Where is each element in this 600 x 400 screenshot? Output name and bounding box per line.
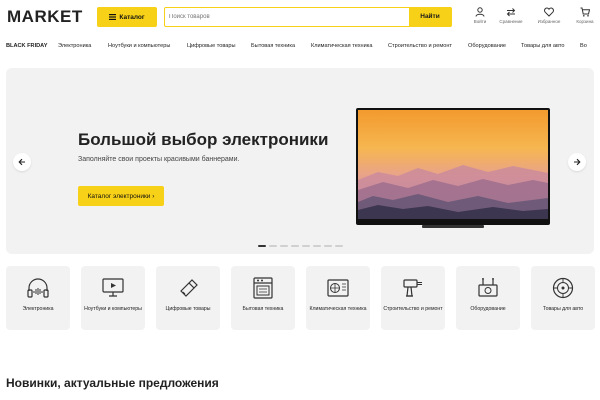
nav-item-auto[interactable]: Товары для авто — [521, 43, 564, 49]
category-card-electronics[interactable]: Электроника — [6, 266, 70, 330]
slider-dot[interactable] — [280, 245, 288, 247]
next-slide-button[interactable] — [568, 153, 586, 171]
category-card-appliances[interactable]: Бытовая техника — [231, 266, 295, 330]
category-label: Ноутбуки и компьютеры — [84, 306, 142, 312]
compare-button[interactable]: Сравнение — [497, 7, 525, 24]
cart-label: Корзина — [576, 19, 594, 24]
category-card-construction[interactable]: Строительство и ремонт — [381, 266, 445, 330]
slider-dot-active[interactable] — [258, 245, 266, 247]
tv-image — [356, 108, 550, 225]
category-label: Цифровые товары — [165, 306, 211, 312]
favorites-label: Избранное — [537, 19, 561, 24]
heart-icon — [544, 7, 554, 17]
search-button[interactable]: Найти — [409, 6, 451, 27]
category-card-climate[interactable]: Климатическая техника — [306, 266, 370, 330]
favorites-button[interactable]: Избранное — [535, 7, 563, 24]
arrow-left-icon — [18, 158, 25, 166]
arrow-right-icon — [574, 158, 581, 166]
tv-screen-landscape — [358, 110, 548, 219]
section-title: Новинки, актуальные предложения — [6, 376, 219, 390]
nav-item-climate[interactable]: Климатическая техника — [311, 43, 372, 49]
category-card-laptops[interactable]: Ноутбуки и компьютеры — [81, 266, 145, 330]
login-label: Войти — [473, 19, 487, 24]
slider-dot[interactable] — [324, 245, 332, 247]
equipment-icon — [478, 278, 498, 297]
nav-item-digital[interactable]: Цифровые товары — [187, 43, 236, 49]
category-label: Товары для авто — [542, 306, 584, 312]
slider-dot[interactable] — [269, 245, 277, 247]
catalog-button[interactable]: Каталог — [97, 7, 157, 27]
nav-item-black-friday[interactable]: BLACK FRIDAY — [6, 43, 47, 49]
logo[interactable]: MARKET — [7, 7, 83, 27]
category-label: Климатическая техника — [309, 306, 367, 312]
slider-dots — [258, 245, 343, 247]
compare-label: Сравнение — [499, 19, 523, 24]
category-nav: BLACK FRIDAY Электроника Ноутбуки и комп… — [0, 40, 600, 56]
air-conditioner-icon — [327, 279, 349, 297]
hero-title: Большой выбор электроники — [78, 130, 329, 149]
category-label: Электроника — [22, 306, 54, 312]
wheel-icon — [552, 277, 574, 299]
drill-icon — [403, 279, 422, 297]
nav-item-construction[interactable]: Строительство и ремонт — [388, 43, 452, 49]
nav-item-electronics[interactable]: Электроника — [58, 43, 91, 49]
user-icon — [475, 7, 485, 17]
oven-icon — [253, 277, 273, 299]
category-label: Оборудование — [470, 306, 506, 312]
monitor-icon — [102, 278, 124, 297]
usb-drive-icon — [180, 279, 198, 297]
slider-dot[interactable] — [313, 245, 321, 247]
tv-stand — [422, 225, 484, 228]
hero-catalog-button[interactable]: Каталог электроники › — [78, 186, 164, 206]
search-bar: Найти — [164, 6, 452, 27]
cart-icon — [580, 7, 590, 17]
menu-icon — [109, 14, 117, 20]
hero-banner: Большой выбор электроники Заполняйте сво… — [6, 68, 594, 254]
nav-item-appliances[interactable]: Бытовая техника — [251, 43, 295, 49]
nav-item-equipment[interactable]: Оборудование — [468, 43, 506, 49]
headphones-icon — [27, 278, 49, 298]
catalog-button-label: Каталог — [119, 13, 145, 21]
slider-dot[interactable] — [291, 245, 299, 247]
nav-item-laptops[interactable]: Ноутбуки и компьютеры — [108, 43, 170, 49]
compare-icon — [506, 8, 516, 17]
category-label: Строительство и ремонт — [383, 306, 443, 312]
category-card-auto[interactable]: Товары для авто — [531, 266, 595, 330]
search-input[interactable] — [169, 8, 409, 25]
login-button[interactable]: Войти — [466, 7, 494, 24]
category-card-digital[interactable]: Цифровые товары — [156, 266, 220, 330]
category-card-equipment[interactable]: Оборудование — [456, 266, 520, 330]
cart-button[interactable]: Корзина — [571, 7, 599, 24]
slider-dot[interactable] — [302, 245, 310, 247]
nav-item-more[interactable]: Во — [580, 43, 587, 49]
hero-subtitle: Заполняйте свои проекты красивыми баннер… — [78, 156, 240, 163]
slider-dot[interactable] — [335, 245, 343, 247]
site-header: MARKET Каталог Найти Войти Сравнение Изб… — [0, 0, 600, 36]
prev-slide-button[interactable] — [13, 153, 31, 171]
category-label: Бытовая техника — [242, 306, 284, 312]
